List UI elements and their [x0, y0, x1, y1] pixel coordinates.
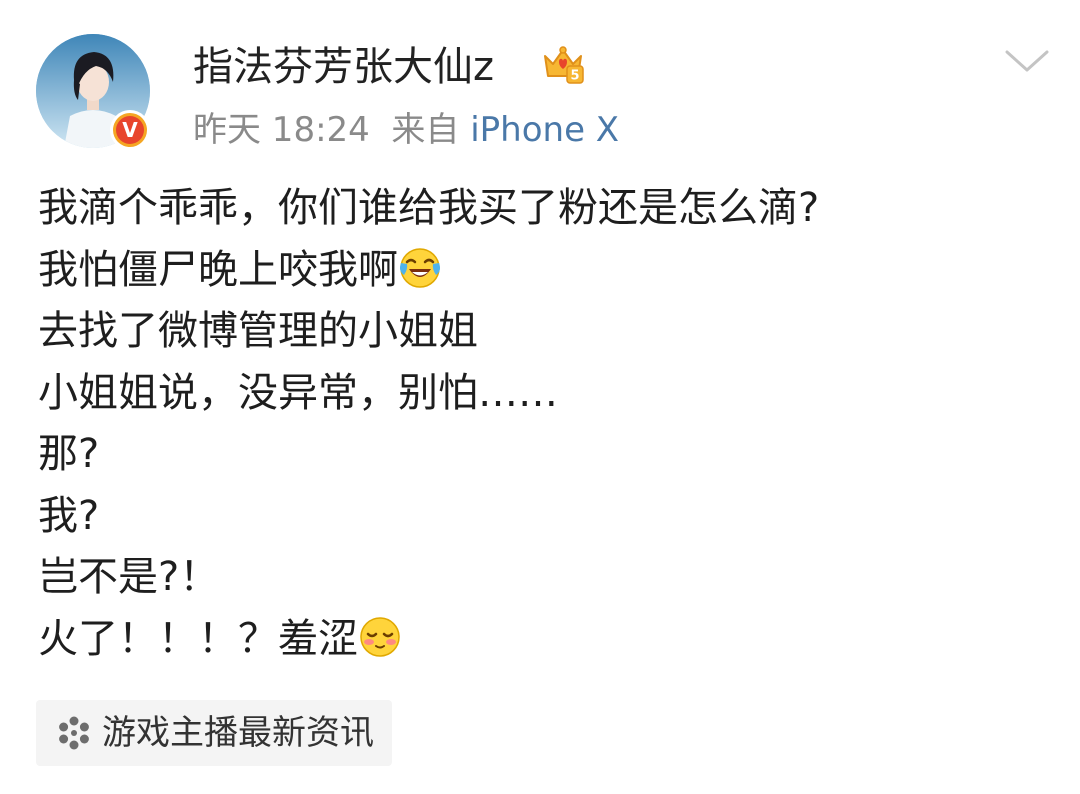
post-line: 去找了微博管理的小姐姐 [38, 308, 478, 354]
topic-tag[interactable]: 游戏主播最新资讯 [36, 700, 392, 766]
topic-pinwheel-icon [59, 716, 89, 750]
post-line: 小姐姐说，没异常，别怕…… [38, 369, 558, 416]
shy-blush-emoji-icon [360, 616, 400, 657]
post-line: 我滴个乖乖，你们谁给我买了粉还是怎么滴? [38, 185, 820, 231]
verified-v-icon: V [116, 116, 144, 144]
source-prefix: 来自 [391, 110, 460, 150]
author-name[interactable]: 指法芬芳张大仙z [193, 40, 494, 94]
post-time: 昨天 18:24 [193, 110, 370, 150]
post-line: 我? [38, 492, 100, 539]
post-content: 我滴个乖乖，你们谁给我买了粉还是怎么滴? 我怕僵尸晚上咬我啊 去找了微博管理的小… [38, 178, 1048, 670]
vip-level-text: 5 [570, 69, 579, 84]
topic-label: 游戏主播最新资讯 [102, 713, 374, 753]
verified-badge: V [110, 110, 150, 150]
source-device-link[interactable]: iPhone X [470, 110, 619, 150]
chevron-down-icon[interactable] [1004, 46, 1050, 76]
post-line: 火了！！！？羞涩 [38, 609, 1048, 671]
crying-laughing-emoji-icon [400, 247, 440, 288]
post-line: 岂不是?！ [38, 554, 220, 600]
post-line: 那? [38, 431, 100, 477]
post-line: 我怕僵尸晚上咬我啊 [38, 240, 1048, 302]
post-meta: 昨天 18:24 来自 iPhone X [193, 108, 619, 152]
vip-crown-icon[interactable]: 5 [540, 42, 586, 86]
